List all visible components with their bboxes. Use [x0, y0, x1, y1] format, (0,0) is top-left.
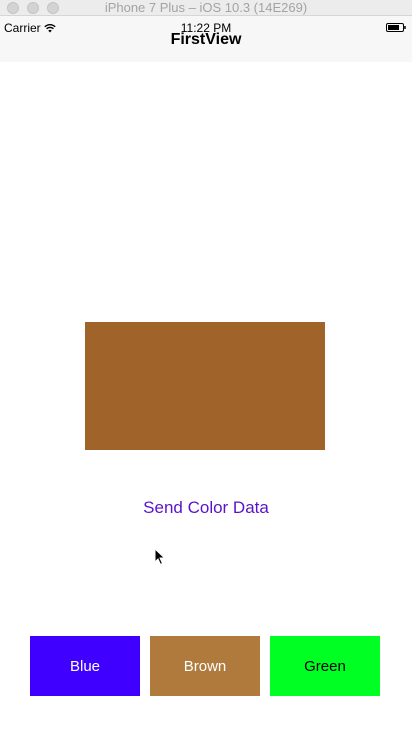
blue-button[interactable]: Blue [30, 636, 140, 696]
color-preview-box [85, 322, 325, 450]
mouse-cursor-icon [154, 548, 166, 566]
simulator-title-bar: iPhone 7 Plus – iOS 10.3 (14E269) [0, 0, 412, 16]
send-color-data-button[interactable]: Send Color Data [0, 498, 412, 518]
navigation-bar: Carrier 11:22 PM FirstView [0, 16, 412, 62]
brown-button[interactable]: Brown [150, 636, 260, 696]
green-button[interactable]: Green [270, 636, 380, 696]
simulator-title: iPhone 7 Plus – iOS 10.3 (14E269) [104, 0, 308, 15]
page-title: FirstView [170, 31, 242, 48]
